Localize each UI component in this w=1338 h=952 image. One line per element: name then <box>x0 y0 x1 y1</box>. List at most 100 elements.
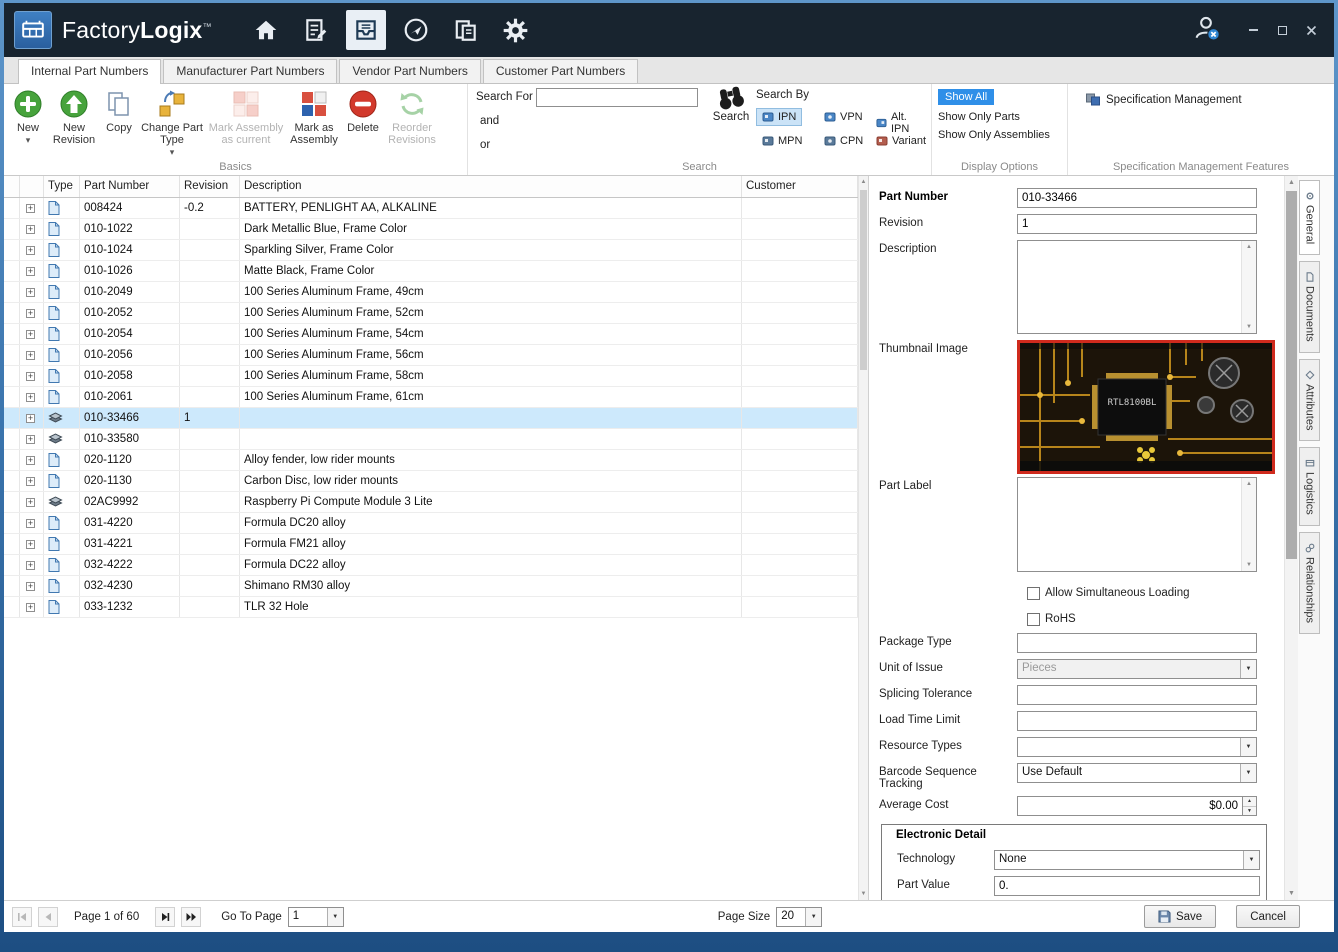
expand-icon[interactable] <box>26 435 35 444</box>
mark-as-assembly-button[interactable]: Mark as Assembly <box>286 87 342 146</box>
cancel-button[interactable]: Cancel <box>1236 905 1300 928</box>
technology-select[interactable]: None <box>994 850 1260 870</box>
table-row[interactable]: 010-2054 100 Series Aluminum Frame, 54cm <box>4 324 868 345</box>
allow-simultaneous-loading-checkbox[interactable] <box>1027 587 1040 600</box>
searchby-vpn[interactable]: VPN <box>818 108 869 126</box>
goto-page-select[interactable]: 1 <box>288 907 344 927</box>
expand-icon[interactable] <box>26 225 35 234</box>
spinner-down-button[interactable] <box>1243 807 1256 816</box>
next-page-button[interactable] <box>155 907 175 927</box>
side-tab-attributes[interactable]: Attributes <box>1299 359 1320 441</box>
expand-icon[interactable] <box>26 393 35 402</box>
searchby-cpn[interactable]: CPN <box>818 132 869 150</box>
production-documents-icon[interactable] <box>296 10 336 50</box>
header-part-number[interactable]: Part Number <box>80 176 180 197</box>
table-vertical-scrollbar[interactable] <box>858 176 868 900</box>
side-tab-relationships[interactable]: Relationships <box>1299 532 1320 634</box>
expand-icon[interactable] <box>26 519 35 528</box>
expand-icon[interactable] <box>26 330 35 339</box>
table-row[interactable]: 010-1024 Sparkling Silver, Frame Color <box>4 240 868 261</box>
table-row[interactable]: 032-4222 Formula DC22 alloy <box>4 555 868 576</box>
deploy-icon[interactable] <box>396 10 436 50</box>
tab-vendor-part-numbers[interactable]: Vendor Part Numbers <box>339 59 480 83</box>
table-row[interactable]: 020-1120 Alloy fender, low rider mounts <box>4 450 868 471</box>
expand-icon[interactable] <box>26 477 35 486</box>
tab-internal-part-numbers[interactable]: Internal Part Numbers <box>18 59 161 84</box>
expand-icon[interactable] <box>26 309 35 318</box>
header-revision[interactable]: Revision <box>180 176 240 197</box>
display-show-only-assemblies[interactable]: Show Only Assemblies <box>938 129 1063 141</box>
average-cost-input[interactable] <box>1017 796 1242 816</box>
dropdown-arrow-icon[interactable] <box>1243 851 1259 869</box>
minimize-button[interactable] <box>1247 24 1260 37</box>
barcode-sequence-tracking-select[interactable]: Use Default <box>1017 763 1257 783</box>
part-value-input[interactable] <box>994 876 1260 896</box>
tab-manufacturer-part-numbers[interactable]: Manufacturer Part Numbers <box>163 59 337 83</box>
spinner-up-button[interactable] <box>1243 797 1256 807</box>
copy-button[interactable]: Copy <box>100 87 138 134</box>
part-label-textarea[interactable] <box>1017 477 1257 572</box>
table-row[interactable]: 010-33580 <box>4 429 868 450</box>
expand-icon[interactable] <box>26 582 35 591</box>
expand-icon[interactable] <box>26 603 35 612</box>
header-customer[interactable]: Customer <box>742 176 858 197</box>
searchby-variant[interactable]: Variant <box>870 132 932 150</box>
thumbnail-image[interactable]: RTL8100BL <box>1017 340 1275 474</box>
expand-icon[interactable] <box>26 246 35 255</box>
side-tab-general[interactable]: General <box>1299 180 1320 255</box>
table-row[interactable]: 02AC9992 Raspberry Pi Compute Module 3 L… <box>4 492 868 513</box>
specification-management-button[interactable]: Specification Management <box>1086 93 1330 106</box>
reports-icon[interactable] <box>446 10 486 50</box>
settings-gear-icon[interactable] <box>496 10 536 50</box>
side-tab-logistics[interactable]: Logistics <box>1299 447 1320 526</box>
expand-icon[interactable] <box>26 540 35 549</box>
user-icon[interactable] <box>1191 13 1221 48</box>
dropdown-arrow-icon[interactable] <box>327 908 343 926</box>
table-row[interactable]: 008424 -0.2 BATTERY, PENLIGHT AA, ALKALI… <box>4 198 868 219</box>
expand-icon[interactable] <box>26 288 35 297</box>
page-size-select[interactable]: 20 <box>776 907 822 927</box>
table-row[interactable]: 010-2056 100 Series Aluminum Frame, 56cm <box>4 345 868 366</box>
expand-icon[interactable] <box>26 267 35 276</box>
header-description[interactable]: Description <box>240 176 742 197</box>
table-row[interactable]: 010-2061 100 Series Aluminum Frame, 61cm <box>4 387 868 408</box>
last-page-button[interactable] <box>181 907 201 927</box>
change-part-type-button[interactable]: Change Part Type <box>138 87 206 158</box>
detail-vertical-scrollbar[interactable] <box>1284 176 1298 900</box>
textarea-scrollbar[interactable] <box>1241 478 1256 571</box>
new-button[interactable]: New <box>8 87 48 146</box>
rohs-checkbox[interactable] <box>1027 613 1040 626</box>
expand-icon[interactable] <box>26 561 35 570</box>
table-row[interactable]: 020-1130 Carbon Disc, low rider mounts <box>4 471 868 492</box>
table-row[interactable]: 033-1232 TLR 32 Hole <box>4 597 868 618</box>
table-row[interactable]: 031-4221 Formula FM21 alloy <box>4 534 868 555</box>
table-row[interactable]: 010-33466 1 <box>4 408 868 429</box>
searchby-mpn[interactable]: MPN <box>756 132 808 150</box>
searchby-ipn[interactable]: IPN <box>756 108 802 126</box>
home-icon[interactable] <box>246 10 286 50</box>
revision-input[interactable] <box>1017 214 1257 234</box>
save-button[interactable]: Save <box>1144 905 1216 928</box>
display-show-only-parts[interactable]: Show Only Parts <box>938 111 1063 123</box>
table-row[interactable]: 032-4230 Shimano RM30 alloy <box>4 576 868 597</box>
part-numbers-icon[interactable] <box>346 10 386 50</box>
side-tab-documents[interactable]: Documents <box>1299 261 1320 353</box>
dropdown-arrow-icon[interactable] <box>1240 738 1256 756</box>
expand-icon[interactable] <box>26 498 35 507</box>
expand-icon[interactable] <box>26 456 35 465</box>
table-row[interactable]: 010-2058 100 Series Aluminum Frame, 58cm <box>4 366 868 387</box>
description-textarea[interactable] <box>1017 240 1257 334</box>
search-button[interactable]: Search <box>706 85 756 123</box>
dropdown-arrow-icon[interactable] <box>1240 764 1256 782</box>
part-number-input[interactable] <box>1017 188 1257 208</box>
dropdown-arrow-icon[interactable] <box>805 908 821 926</box>
expand-icon[interactable] <box>26 414 35 423</box>
package-type-input[interactable] <box>1017 633 1257 653</box>
table-row[interactable]: 010-2049 100 Series Aluminum Frame, 49cm <box>4 282 868 303</box>
table-row[interactable]: 010-1026 Matte Black, Frame Color <box>4 261 868 282</box>
display-show-all[interactable]: Show All <box>938 89 994 105</box>
scrollbar-thumb[interactable] <box>1286 191 1297 559</box>
header-type[interactable]: Type <box>44 176 80 197</box>
table-row[interactable]: 010-2052 100 Series Aluminum Frame, 52cm <box>4 303 868 324</box>
table-row[interactable]: 010-1022 Dark Metallic Blue, Frame Color <box>4 219 868 240</box>
